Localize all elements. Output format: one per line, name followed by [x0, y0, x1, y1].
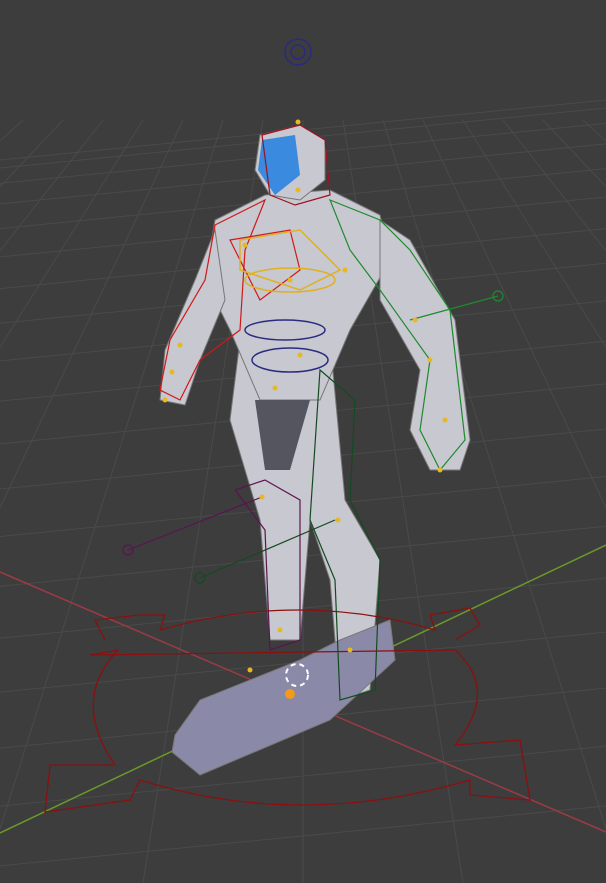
grid-line [0, 119, 24, 142]
joint-marker [347, 647, 353, 653]
joint-marker [169, 369, 175, 375]
grid-line [382, 119, 606, 830]
joint-marker [277, 627, 283, 633]
robot-feet [171, 619, 396, 776]
joint-marker [342, 267, 348, 273]
grid-line [502, 119, 606, 252]
grid-line [0, 119, 144, 348]
grid-line [0, 119, 64, 188]
joint-marker [442, 417, 448, 423]
joint-marker [242, 242, 248, 248]
grid-line [0, 119, 104, 252]
joint-marker [247, 667, 253, 673]
joint-marker [412, 317, 418, 323]
grid-line [582, 119, 606, 142]
viewport-canvas[interactable] [0, 0, 606, 883]
joint-marker [437, 467, 443, 473]
joint-marker [177, 342, 183, 348]
robot-torso [204, 189, 391, 401]
joint-marker [272, 385, 278, 391]
robot-left-arm [159, 228, 226, 406]
joint-marker [297, 352, 303, 358]
joint-marker [335, 517, 341, 523]
head-gear-control-icon[interactable] [284, 38, 312, 66]
3d-viewport[interactable] [0, 0, 606, 883]
grid-line [542, 119, 606, 188]
joint-marker [162, 397, 168, 403]
joint-marker [295, 119, 301, 125]
joint-marker [427, 357, 433, 363]
joint-marker [295, 187, 301, 193]
joint-marker [287, 277, 293, 283]
robot-right-arm [379, 219, 471, 471]
joint-marker [259, 494, 265, 500]
